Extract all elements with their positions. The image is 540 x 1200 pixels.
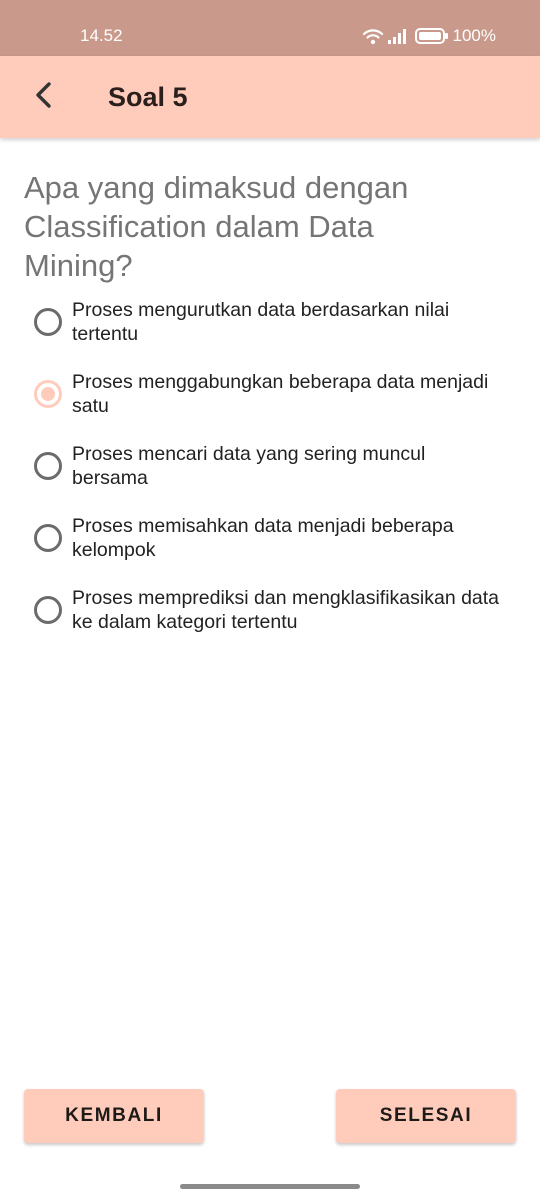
answer-option-label: Proses menggabungkan beberapa data menja…	[72, 371, 489, 417]
answer-option-label: Proses mencari data yang sering muncul b…	[72, 443, 426, 489]
radio-button[interactable]	[34, 524, 62, 552]
radio-button[interactable]	[34, 308, 62, 336]
question-text: Apa yang dimaksud dengan Classification …	[24, 170, 409, 283]
wifi-icon	[362, 27, 384, 45]
back-button[interactable]	[22, 74, 66, 120]
status-icons: 100%	[362, 26, 496, 46]
radio-button[interactable]	[34, 596, 62, 624]
signal-icon	[387, 27, 409, 45]
app-bar: Soal 5	[0, 56, 540, 138]
answer-option-2[interactable]: Proses menggabungkan beberapa data menja…	[30, 368, 510, 440]
page-title: Soal 5	[108, 82, 188, 112]
answer-option-1[interactable]: Proses mengurutkan data berdasarkan nila…	[30, 296, 510, 368]
answer-option-4[interactable]: Proses memisahkan data menjadi beberapa …	[30, 512, 510, 584]
chevron-left-icon	[33, 81, 55, 114]
answer-option-label: Proses memisahkan data menjadi beberapa …	[72, 515, 454, 561]
answer-option-3[interactable]: Proses mencari data yang sering muncul b…	[30, 440, 510, 512]
radio-button-selected[interactable]	[34, 380, 62, 408]
finish-button[interactable]: SELESAI	[336, 1089, 516, 1143]
home-indicator[interactable]	[180, 1184, 360, 1189]
answer-option-label: Proses memprediksi dan mengklasifikasika…	[72, 587, 500, 633]
status-time: 14.52	[80, 26, 123, 45]
battery-icon	[414, 27, 449, 45]
answer-option-5[interactable]: Proses memprediksi dan mengklasifikasika…	[30, 584, 510, 656]
answer-option-label: Proses mengurutkan data berdasarkan nila…	[72, 299, 450, 345]
answer-options: Proses mengurutkan data berdasarkan nila…	[30, 296, 510, 656]
battery-percentage: 100%	[452, 26, 496, 45]
radio-button[interactable]	[34, 452, 62, 480]
status-bar: 14.52 100%	[0, 0, 540, 56]
back-nav-button[interactable]: KEMBALI	[24, 1089, 204, 1143]
